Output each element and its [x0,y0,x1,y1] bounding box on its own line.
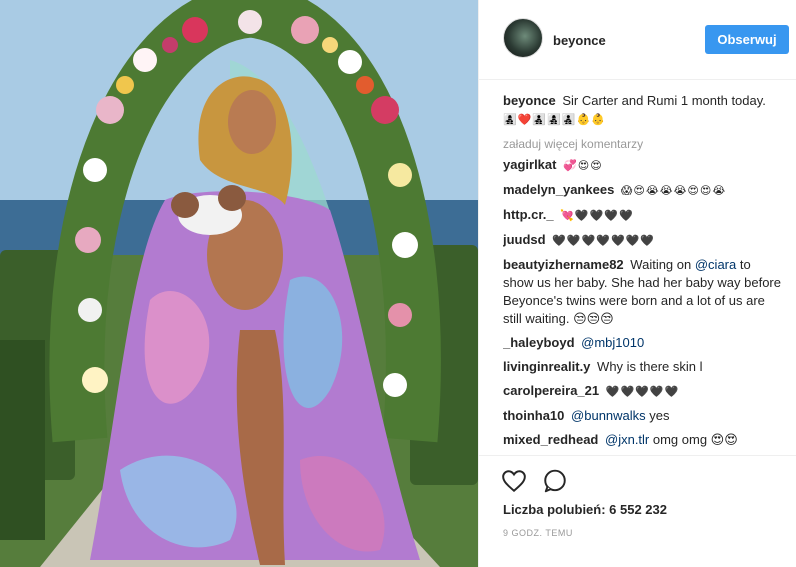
comment-item: carolpereira_21 🖤🖤🖤🖤🖤 [503,382,783,401]
comment-username[interactable]: livinginrealit.y [503,359,590,374]
header-username[interactable]: beyonce [553,33,606,48]
comment-text: omg omg 😍😍 [649,432,738,447]
comment-username[interactable]: http.cr._ [503,207,554,222]
comment-username[interactable]: yagirlkat [503,157,556,172]
caption-username[interactable]: beyonce [503,93,556,108]
comment-mention[interactable]: @jxn.tlr [605,432,649,447]
comment-username[interactable]: mixed_redhead [503,432,598,447]
comment-mention[interactable]: @mbj1010 [581,335,644,350]
likes-count[interactable]: Liczba polubień: 6 552 232 [503,502,667,517]
avatar[interactable] [503,18,543,58]
comment-text: Why is there skin l [597,359,703,374]
comment-text: 😱😍😭😭😭😍😍😭 [620,184,727,197]
speech-bubble-icon[interactable] [542,468,568,494]
comment-item: yagirlkat 💞😍😍 [503,156,783,175]
post-actions: Liczba polubień: 6 552 232 9 GODZ. TEMU [479,455,796,567]
post-timestamp[interactable]: 9 GODZ. TEMU [503,528,573,538]
comment-username[interactable]: carolpereira_21 [503,383,599,398]
comment-text: Waiting on [630,257,695,272]
load-more-comments-link[interactable]: załaduj więcej komentarzy [503,135,783,153]
comment-item: beautyizhername82 Waiting on @ciara to s… [503,256,783,328]
caption-text: Sir Carter and Rumi 1 month today. [562,93,766,108]
post-caption: beyonce Sir Carter and Rumi 1 month toda… [503,92,783,129]
comment-item: _haleyboyd @mbj1010 [503,334,783,352]
comment-text: 🖤🖤🖤🖤🖤🖤🖤 [552,234,656,247]
comment-mention[interactable]: @ciara [695,257,736,272]
comment-username[interactable]: madelyn_yankees [503,182,614,197]
comment-text: 🖤🖤🖤🖤🖤 [605,385,680,398]
comments-list[interactable]: beyonce Sir Carter and Rumi 1 month toda… [503,92,783,452]
comment-username[interactable]: _haleyboyd [503,335,575,350]
post-photo[interactable] [0,0,478,567]
comment-item: thoinha10 @bunnwalks yes [503,407,783,425]
comment-mention[interactable]: @bunnwalks [571,408,646,423]
caption-emoji: 👩‍👧‍👦❤️👨‍👧‍👦👩‍👧‍👦👨‍👧‍👦👶👶 [503,113,606,126]
comment-text: yes [645,408,670,423]
comment-text: 💞😍😍 [563,159,603,172]
follow-button[interactable]: Obserwuj [705,25,789,54]
comment-item: juudsd 🖤🖤🖤🖤🖤🖤🖤 [503,231,783,250]
photo-illustration [0,0,478,567]
comment-username[interactable]: beautyizhername82 [503,257,624,272]
comment-item: http.cr._ 💘🖤🖤🖤🖤 [503,206,783,225]
comment-username[interactable]: juudsd [503,232,546,247]
comment-item: livinginrealit.y Why is there skin l [503,358,783,376]
comment-item: mixed_redhead @jxn.tlr omg omg 😍😍 [503,431,783,449]
comment-username[interactable]: thoinha10 [503,408,564,423]
post-sidebar: beyonce Obserwuj beyonce Sir Carter and … [478,0,796,567]
heart-icon[interactable] [501,468,527,494]
post-header: beyonce Obserwuj [479,0,796,80]
comment-item: madelyn_yankees 😱😍😭😭😭😍😍😭 [503,181,783,200]
comment-text: 💘🖤🖤🖤🖤 [560,209,634,222]
